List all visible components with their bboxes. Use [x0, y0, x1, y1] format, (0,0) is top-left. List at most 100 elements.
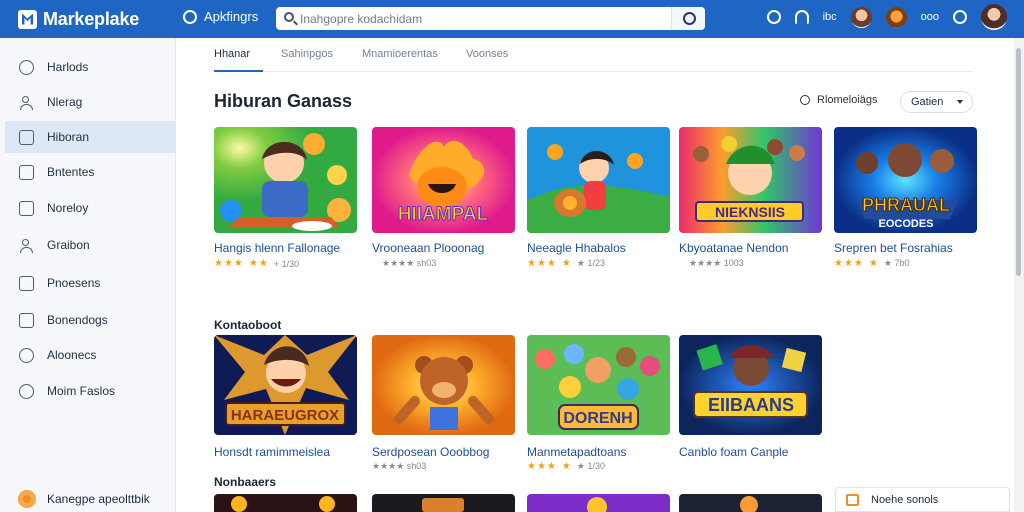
- rating-empty-stars: ★: [561, 461, 572, 472]
- sidebar-item-label: Nlerag: [47, 95, 83, 109]
- rating-stars: ★★★: [527, 258, 557, 269]
- app-title[interactable]: Neeagle Hhabalos: [527, 241, 626, 255]
- category-tabs: Hhanar Sahinpgos Mnamioerentas Voonses: [214, 48, 974, 72]
- sidebar-item-label: Pnoesens: [47, 276, 101, 290]
- search-input[interactable]: [300, 10, 670, 27]
- sidebar-item-aloonecs[interactable]: Aloonecs: [5, 339, 175, 371]
- app-thumbnail: PHRAUAL EOCODES: [834, 127, 977, 233]
- rating-empty-stars: ★★: [248, 258, 269, 269]
- card-art-text: DORENH: [563, 410, 632, 427]
- sidebar-item-label: Graibon: [47, 238, 90, 252]
- app-card[interactable]: [527, 494, 670, 512]
- app-card[interactable]: Hangis hlenn Fallonage ★★★ ★★ + 1/30: [214, 127, 357, 297]
- bottom-notification[interactable]: Noehe sonols: [835, 487, 1010, 512]
- app-card[interactable]: HIIAMPAL Vrooneaan Plooonag ★★★★ sh03: [372, 127, 515, 297]
- user-icon: [19, 95, 34, 110]
- notification-label: Noehe sonols: [871, 493, 939, 506]
- marketplace-logo-icon: [18, 9, 37, 29]
- app-title[interactable]: Honsdt ramimmeislea: [214, 445, 330, 459]
- sidebar-item-bonendogs[interactable]: Bonendogs: [5, 304, 175, 336]
- top-navigation-bar: Markeplake Apkfingrs ibc ooo: [0, 0, 1024, 38]
- sidebar: Harlods Nlerag Hiboran Bntentes Noreloy …: [0, 38, 176, 512]
- sidebar-item-graibon[interactable]: Graibon: [5, 229, 175, 261]
- content-icon: [19, 164, 34, 180]
- rating-count: ★★★★ 1003: [689, 258, 744, 268]
- tab-voonses[interactable]: Voonses: [466, 48, 508, 72]
- rating-stars: ★★★: [834, 258, 864, 269]
- rating: ★★★ ★ ★ 1/30: [527, 461, 605, 472]
- card-art-subtext: EOCODES: [878, 218, 933, 230]
- sidebar-item-harlods[interactable]: Harlods: [5, 51, 175, 83]
- apps-nav-link[interactable]: Apkfingrs: [183, 9, 258, 24]
- app-card[interactable]: DORENH Manmetapadtoans ★★★ ★ ★ 1/30: [527, 335, 670, 505]
- apps-nav-label: Apkfingrs: [204, 9, 259, 24]
- app-logo[interactable]: Markeplake: [18, 7, 139, 31]
- sidebar-item-label: Bonendogs: [47, 313, 108, 327]
- app-title[interactable]: Manmetapadtoans: [527, 445, 626, 459]
- category-select[interactable]: Gatien: [900, 91, 973, 113]
- sidebar-item-pnoesens[interactable]: Pnoesens: [5, 267, 175, 299]
- profile-thumbnail-two[interactable]: [885, 6, 907, 28]
- sidebar-item-hiboran[interactable]: Hiboran: [5, 121, 175, 153]
- app-card[interactable]: EIIBAANS Canblo foam Canple: [679, 335, 822, 505]
- rating-stars: ★★★: [214, 258, 244, 269]
- app-card[interactable]: PHRAUAL EOCODES Srepren bet Fosrahias ★★★…: [834, 127, 977, 297]
- app-thumbnail: [372, 335, 515, 435]
- header-label-ooo: ooo: [920, 11, 939, 23]
- search-button[interactable]: [671, 7, 705, 30]
- rating: ★★★ ★ ★ 7b0: [834, 258, 909, 269]
- apps-icon: [183, 9, 197, 24]
- orange-app-icon: [18, 490, 36, 508]
- app-thumbnail: [214, 127, 357, 233]
- sort-label: Rlomeloiägs: [817, 94, 878, 106]
- sidebar-item-label: Moim Faslos: [47, 384, 116, 398]
- app-title[interactable]: Srepren bet Fosrahias: [834, 241, 953, 255]
- card-art-text: PHRAUAL: [862, 195, 950, 215]
- card-art-text: EIIBAANS: [708, 395, 794, 415]
- app-title[interactable]: Serdposean Ooobbog: [372, 445, 489, 459]
- app-thumbnail: [527, 127, 670, 233]
- profile-thumbnail-one[interactable]: [850, 6, 872, 28]
- tab-sahinpgos[interactable]: Sahinpgos: [281, 48, 333, 72]
- scrollbar-thumb[interactable]: [1016, 48, 1021, 276]
- settings-icon[interactable]: [766, 10, 781, 24]
- rating-empty-stars: ★: [561, 258, 572, 269]
- app-title[interactable]: Canblo foam Canple: [679, 445, 788, 459]
- app-title[interactable]: Hangis hlenn Fallonage: [214, 241, 340, 255]
- sort-control[interactable]: Rlomeloiägs: [800, 94, 878, 106]
- view-icon[interactable]: [953, 10, 967, 24]
- app-title: Markeplake: [43, 8, 140, 29]
- sidebar-item-moim-faslos[interactable]: Moim Faslos: [5, 375, 175, 407]
- app-title[interactable]: Kbyoatanae Nendon: [679, 241, 788, 255]
- sidebar-item-label: Hiboran: [47, 130, 90, 144]
- app-thumbnail: DORENH: [527, 335, 670, 435]
- bookmark-icon: [19, 312, 34, 328]
- app-card[interactable]: [679, 494, 822, 512]
- sidebar-item-label: Harlods: [47, 60, 89, 74]
- rating: ★★★ ★ ★ 1/23: [527, 258, 605, 269]
- app-title[interactable]: Vrooneaan Plooonag: [372, 241, 484, 255]
- sidebar-footer-link[interactable]: Kanegpe apeolttbik: [18, 490, 150, 508]
- notifications-icon[interactable]: [794, 10, 809, 24]
- tab-mnamioerentas[interactable]: Mnamioerentas: [362, 48, 438, 72]
- app-card[interactable]: NIEKNSIIS Kbyoatanae Nendon ★★★★ 1003: [679, 127, 822, 297]
- app-card[interactable]: Serdposean Ooobbog ★★★★ sh03: [372, 335, 515, 505]
- search-bar: [276, 7, 705, 30]
- sidebar-item-nlerag[interactable]: Nlerag: [5, 86, 175, 118]
- app-thumbnail: HIIAMPAL: [372, 127, 515, 233]
- rating: ★★★★ sh03: [372, 258, 436, 269]
- user-avatar[interactable]: [981, 4, 1007, 30]
- sidebar-item-noreloy[interactable]: Noreloy: [5, 192, 175, 224]
- sidebar-item-bntentes[interactable]: Bntentes: [5, 156, 175, 188]
- chevron-down-icon: [957, 100, 963, 104]
- tab-hhanar[interactable]: Hhanar: [214, 48, 263, 72]
- sidebar-footer-label: Kanegpe apeolttbik: [47, 492, 150, 506]
- app-card[interactable]: [214, 494, 357, 512]
- vertical-scrollbar[interactable]: [1014, 38, 1024, 512]
- app-card[interactable]: Neeagle Hhabalos ★★★ ★ ★ 1/23: [527, 127, 670, 297]
- card-art-text: HARAEUGROX: [231, 407, 339, 424]
- search-icon: [284, 12, 294, 22]
- rating: ★★★★ 1003: [679, 258, 744, 269]
- app-card[interactable]: [372, 494, 515, 512]
- app-thumbnail: [679, 494, 822, 512]
